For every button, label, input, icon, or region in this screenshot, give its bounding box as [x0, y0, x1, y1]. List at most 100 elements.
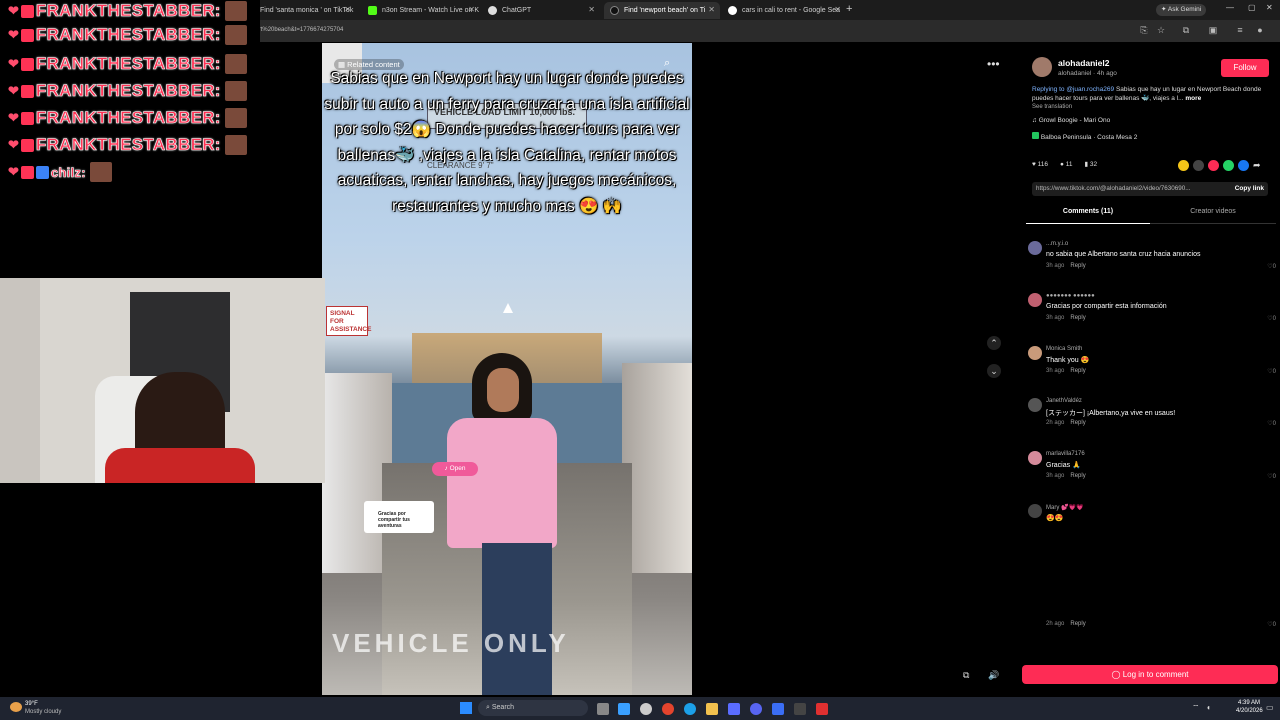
tab-chatgpt[interactable]: ChatGPT ✕	[482, 2, 600, 19]
reply-button[interactable]: Reply	[1070, 315, 1085, 321]
wifi-icon[interactable]: ⌔	[1192, 703, 1200, 713]
comment-like[interactable]: ♡0	[1267, 420, 1276, 427]
comment-like[interactable]: ♡0	[1267, 621, 1276, 628]
tab-creator-videos[interactable]: Creator videos	[1150, 208, 1276, 224]
follow-button[interactable]: Follow	[1221, 59, 1269, 77]
comment-like[interactable]: ♡0	[1267, 315, 1276, 322]
stream-chat-overlay: ❤ FRANKTHESTABBER: ❤ FRANKTHESTABBER: ❤ …	[0, 0, 260, 190]
author-name[interactable]: alohadaniel2	[1058, 58, 1110, 68]
clock-time[interactable]: 4:39 AM	[1238, 700, 1260, 706]
discord-icon[interactable]	[750, 703, 762, 715]
facebook-icon[interactable]	[1238, 160, 1249, 171]
reply-to-link[interactable]: Replying to @juan.rocha269	[1032, 86, 1114, 93]
avatar[interactable]	[1028, 293, 1042, 307]
copy-link-button[interactable]: Copy link	[1235, 185, 1264, 192]
reply-button[interactable]: Reply	[1070, 621, 1085, 627]
tab-n3on-stream[interactable]: n3on Stream - Watch Live on K ✕	[362, 2, 480, 19]
ask-gemini-button[interactable]: ✦ Ask Gemini	[1156, 4, 1207, 16]
comment-username[interactable]: Mary 💕💗💗	[1046, 504, 1083, 511]
save-button[interactable]: ▮ 32	[1085, 160, 1098, 168]
close-icon[interactable]: ✕	[588, 5, 595, 14]
weather-icon[interactable]	[10, 702, 22, 712]
comment-username[interactable]: ...m.y.i.o	[1046, 241, 1068, 247]
profile-icon[interactable]: ●	[1254, 24, 1266, 36]
comment-like[interactable]: ♡0	[1267, 263, 1276, 270]
avatar[interactable]	[1028, 451, 1042, 465]
close-icon[interactable]: ✕	[834, 5, 841, 14]
close-icon[interactable]: ✕	[344, 5, 351, 14]
menu-icon[interactable]: ≡	[1234, 24, 1246, 36]
pip-icon[interactable]: ⧉	[963, 670, 969, 681]
tab-label: ChatGPT	[502, 7, 532, 14]
maximize-button[interactable]: ▢	[1248, 3, 1256, 12]
close-icon[interactable]: ✕	[468, 5, 475, 14]
recording-icon[interactable]	[816, 703, 828, 715]
reply-button[interactable]: Reply	[1070, 263, 1085, 269]
see-translation-link[interactable]: See translation	[1032, 104, 1072, 110]
comment-icon: ◯	[1111, 670, 1123, 679]
avatar[interactable]	[1028, 346, 1042, 360]
location-row[interactable]: Balboa Peninsula · Costa Mesa 2	[1032, 132, 1137, 141]
edge-icon[interactable]	[684, 703, 696, 715]
more-options-icon[interactable]: •••	[987, 57, 1000, 71]
extensions-icon[interactable]: ⧉	[1180, 24, 1192, 36]
chrome-icon[interactable]	[662, 703, 674, 715]
reply-button[interactable]: Reply	[1070, 473, 1085, 479]
tab-google-search[interactable]: cars in cali to rent - Google Sea ✕	[722, 2, 846, 19]
share-arrow-icon[interactable]: ➦	[1253, 160, 1264, 171]
login-to-comment-button[interactable]: ◯ Log in to comment	[1022, 665, 1278, 684]
sidebar-icon[interactable]: ▣	[1207, 24, 1219, 36]
video-link[interactable]: https://www.tiktok.com/@alohadaniel2/vid…	[1036, 185, 1216, 192]
app-icon[interactable]	[772, 703, 784, 715]
file-explorer-icon[interactable]	[706, 703, 718, 715]
reply-button[interactable]: Reply	[1070, 420, 1085, 426]
author-avatar[interactable]	[1032, 57, 1052, 77]
window-close-button[interactable]: ✕	[1266, 3, 1273, 12]
save-count: 32	[1089, 161, 1098, 168]
music-row[interactable]: ♫ Growl Boogie - Mari Ono	[1032, 117, 1110, 124]
reply-button[interactable]: Reply	[1070, 368, 1085, 374]
webcam-door	[0, 278, 40, 483]
badge-icon	[20, 28, 34, 42]
avatar[interactable]	[1028, 398, 1042, 412]
windows-start-icon[interactable]	[460, 702, 472, 714]
avatar[interactable]	[1028, 241, 1042, 255]
taskbar-search[interactable]: ⌕ Search	[478, 700, 588, 716]
whatsapp-icon[interactable]	[1223, 160, 1234, 171]
coin-icon[interactable]	[1178, 160, 1189, 171]
tab-newport-beach[interactable]: Find 'newport beach' on Ti ✕	[604, 2, 720, 19]
task-view-icon[interactable]	[597, 703, 609, 715]
copilot-icon[interactable]	[618, 703, 630, 715]
comment-like[interactable]: ♡0	[1267, 368, 1276, 375]
clock-date[interactable]: 4/20/2026	[1236, 708, 1263, 714]
music-label: Growl Boogie - Mari Ono	[1038, 117, 1111, 124]
minimize-button[interactable]: —	[1226, 3, 1234, 12]
avatar[interactable]	[1028, 504, 1042, 518]
cast-icon[interactable]: ⎘	[1138, 24, 1150, 36]
app-icon[interactable]	[728, 703, 740, 715]
bookmark-star-icon[interactable]: ☆	[1155, 24, 1167, 36]
notification-icon[interactable]: ▭	[1266, 703, 1274, 712]
next-video-button[interactable]: ⌄	[987, 364, 1001, 378]
settings-icon[interactable]	[640, 703, 652, 715]
previous-video-button[interactable]: ⌃	[987, 336, 1001, 350]
comment-username[interactable]: JanethValdéz	[1046, 398, 1082, 404]
new-tab-button[interactable]: +	[846, 3, 852, 15]
comment-username[interactable]: ●●●●●●● ●●●●●●	[1046, 293, 1095, 299]
volume-icon[interactable]: ◖	[1206, 703, 1211, 712]
terminal-icon[interactable]	[794, 703, 806, 715]
close-icon[interactable]: ✕	[708, 5, 715, 14]
open-app-badge[interactable]: ♪ Open	[432, 462, 478, 476]
volume-icon[interactable]: 🔊	[988, 670, 999, 681]
send-icon[interactable]	[1208, 160, 1219, 171]
comment-like[interactable]: ♡0	[1267, 473, 1276, 480]
badge-icon	[20, 84, 34, 98]
comment-username[interactable]: Monica Smith	[1046, 346, 1082, 352]
more-link[interactable]: more	[1185, 95, 1201, 102]
chat-message: ❤ FRANKTHESTABBER:	[8, 107, 247, 129]
like-button[interactable]: ♥ 116	[1032, 161, 1048, 168]
comment-button[interactable]: ● 11	[1060, 161, 1072, 168]
comment-username[interactable]: marlavilla7176	[1046, 451, 1085, 457]
tab-comments[interactable]: Comments (11)	[1026, 208, 1150, 224]
embed-icon[interactable]	[1193, 160, 1204, 171]
